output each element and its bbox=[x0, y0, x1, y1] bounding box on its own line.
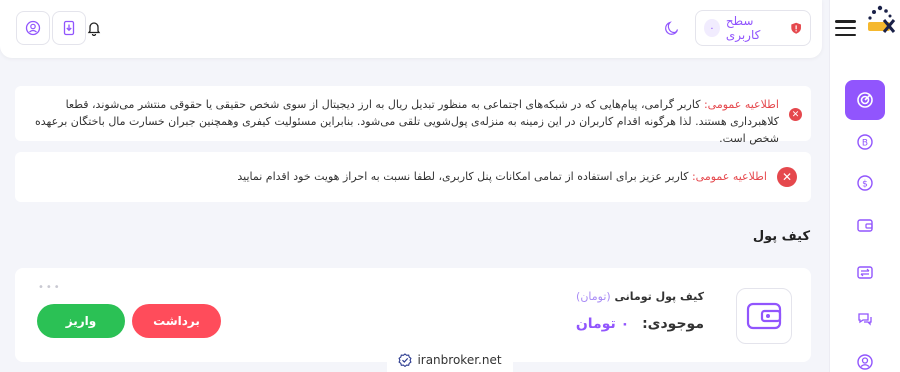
svg-text:$: $ bbox=[862, 180, 868, 190]
user-icon bbox=[857, 354, 873, 370]
alert-kyc-notice: ✕ اطلاعیه عمومی: کاربر عزیز برای استفاده… bbox=[15, 152, 811, 202]
wallet-card-icon bbox=[736, 288, 792, 344]
phone-download-icon bbox=[63, 20, 75, 36]
alert-title: اطلاعیه عمومی: bbox=[703, 98, 779, 111]
svg-text:B: B bbox=[862, 139, 868, 149]
exchange-icon bbox=[857, 266, 873, 279]
user-level-value: ۰ bbox=[704, 19, 720, 37]
user-profile-icon bbox=[25, 20, 41, 36]
wallet-unit: (تومان) bbox=[576, 290, 611, 303]
menu-toggle-button[interactable] bbox=[835, 20, 856, 36]
bitcoin-icon: B bbox=[857, 134, 873, 150]
alert-title: اطلاعیه عمومی: bbox=[691, 170, 767, 183]
sidebar-item-dashboard[interactable] bbox=[845, 80, 885, 120]
wallet-balance: موجودی: ۰ تومان bbox=[576, 316, 704, 332]
alert-scam-warning: ✕ اطلاعیه عمومی: کاربر گرامی، پیام‌هایی … bbox=[15, 86, 811, 145]
alert-message: کاربر عزیز برای استفاده از تمامی امکانات… bbox=[237, 170, 689, 183]
dollar-coin-icon: $ bbox=[857, 175, 873, 191]
dark-mode-moon-icon[interactable] bbox=[664, 20, 680, 36]
wallet-name-text: کیف پول تومانی bbox=[614, 290, 704, 303]
deposit-button[interactable]: واریز bbox=[37, 304, 125, 338]
sidebar: B $ bbox=[829, 0, 900, 372]
more-options-icon[interactable]: ••• bbox=[38, 282, 62, 293]
sidebar-item-currency[interactable]: $ bbox=[845, 163, 885, 203]
chat-icon bbox=[858, 313, 872, 326]
profile-button[interactable] bbox=[16, 11, 50, 45]
alert-message: کاربر گرامی، پیام‌هایی که در شبکه‌های اج… bbox=[34, 98, 779, 145]
dashboard-icon bbox=[857, 92, 873, 108]
sidebar-item-wallet[interactable] bbox=[845, 205, 885, 245]
sidebar-item-support[interactable] bbox=[845, 299, 885, 339]
wallet-name: کیف پول تومانی (تومان) bbox=[576, 290, 704, 303]
shield-alert-icon bbox=[791, 22, 801, 34]
sidebar-item-exchange[interactable] bbox=[845, 252, 885, 292]
sidebar-item-profile[interactable] bbox=[845, 342, 885, 372]
watermark-text: iranbroker.net bbox=[417, 352, 502, 367]
wallet-icon bbox=[857, 219, 873, 232]
error-x-icon: ✕ bbox=[777, 167, 797, 187]
logo bbox=[864, 4, 898, 38]
watermark: iranbroker.net bbox=[387, 347, 513, 372]
user-level-box[interactable]: ۰ سطح کاربری bbox=[695, 10, 811, 46]
user-level-label: سطح کاربری bbox=[725, 14, 761, 42]
verified-badge-icon bbox=[398, 352, 413, 367]
top-header: ۰ سطح کاربری bbox=[0, 0, 822, 58]
balance-label: موجودی: bbox=[642, 316, 704, 332]
download-app-button[interactable] bbox=[52, 11, 86, 45]
withdraw-button[interactable]: برداشت bbox=[132, 304, 221, 338]
notification-bell-icon[interactable] bbox=[86, 20, 102, 36]
sidebar-item-crypto[interactable]: B bbox=[845, 122, 885, 162]
wallet-section-title: کیف پول bbox=[752, 229, 810, 244]
balance-value: ۰ تومان bbox=[575, 316, 630, 332]
error-x-icon: ✕ bbox=[789, 108, 802, 121]
